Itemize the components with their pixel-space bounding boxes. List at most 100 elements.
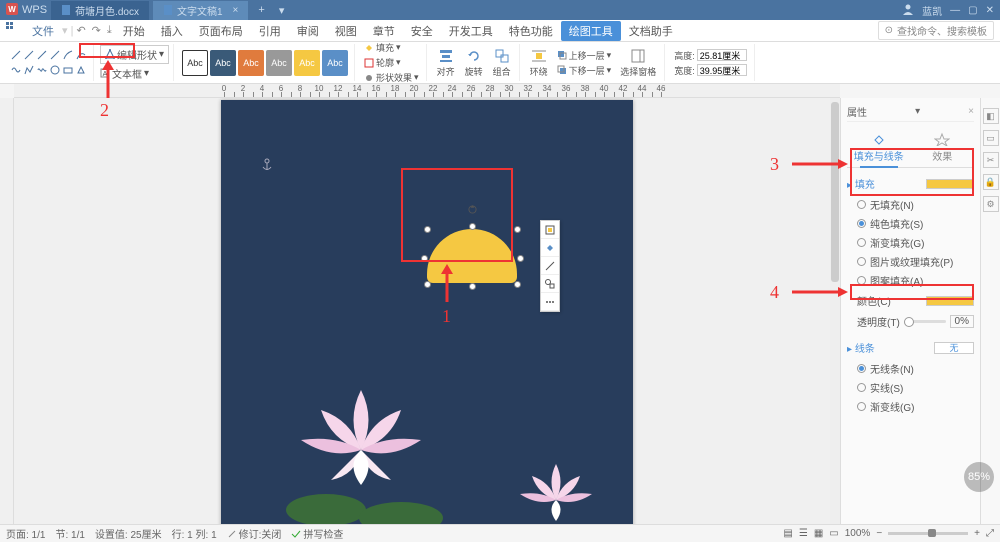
menu-section[interactable]: 章节 [365, 23, 403, 39]
search-box[interactable]: ⊙ 查找命令、搜索模板 [878, 21, 994, 40]
send-backward-button[interactable]: 下移一层▾ [554, 63, 615, 78]
menu-devtools[interactable]: 开发工具 [441, 23, 501, 39]
document-tab-1[interactable]: 荷塘月色.docx [51, 1, 149, 20]
style-swatch-4[interactable]: Abc [294, 50, 320, 76]
rotate-button[interactable]: 旋转 [461, 48, 487, 78]
zoom-in-icon[interactable]: + [974, 528, 980, 539]
view-read-icon[interactable]: ▭ [829, 528, 838, 539]
float-outline-icon[interactable] [541, 257, 559, 275]
fill-option-2[interactable]: 渐变填充(G) [847, 233, 974, 252]
style-gallery[interactable]: AbcAbcAbcAbcAbcAbc [180, 48, 350, 78]
resize-handle[interactable] [469, 283, 476, 290]
menu-view[interactable]: 视图 [327, 23, 365, 39]
zoom-value[interactable]: 100% [845, 528, 871, 539]
vertical-ruler[interactable] [0, 98, 14, 524]
menu-references[interactable]: 引用 [251, 23, 289, 39]
shape-effects-button[interactable]: 形状效果▾ [361, 70, 422, 85]
style-swatch-1[interactable]: Abc [210, 50, 236, 76]
menu-insert[interactable]: 插入 [153, 23, 191, 39]
selection-pane-button[interactable]: 选择窗格 [616, 48, 660, 78]
view-web-icon[interactable]: ▦ [814, 528, 823, 539]
line-style-swatch[interactable]: 无 [934, 342, 974, 354]
sidetab-style-icon[interactable]: ◧ [983, 108, 999, 124]
fill-color-swatch[interactable] [926, 179, 974, 189]
sidetab-select-icon[interactable]: ▭ [983, 130, 999, 146]
fill-option-0[interactable]: 无填充(N) [847, 195, 974, 214]
float-shape-icon[interactable] [541, 275, 559, 293]
user-name[interactable]: 蓝凯 [922, 3, 942, 18]
resize-handle[interactable] [514, 226, 521, 233]
line-section-header[interactable]: ▸ 线条 无 [847, 340, 974, 355]
view-page-icon[interactable]: ▤ [783, 528, 792, 539]
style-swatch-0[interactable]: Abc [182, 50, 208, 76]
status-revision[interactable]: 修订:关闭 [227, 526, 282, 541]
edit-shape-button[interactable]: 编辑形状▾ [100, 45, 169, 64]
file-menu[interactable]: 文件 [24, 23, 62, 39]
menu-features[interactable]: 特色功能 [501, 23, 561, 39]
style-swatch-3[interactable]: Abc [266, 50, 292, 76]
status-page[interactable]: 页面: 1/1 [6, 526, 45, 541]
style-swatch-2[interactable]: Abc [238, 50, 264, 76]
view-outline-icon[interactable]: ☰ [799, 528, 808, 539]
line-option-0[interactable]: 无线条(N) [847, 359, 974, 378]
resize-handle[interactable] [424, 226, 431, 233]
app-menu-icon[interactable] [6, 22, 20, 39]
status-spellcheck[interactable]: 拼写检查 [291, 526, 343, 541]
fullscreen-icon[interactable]: ⤢ [986, 528, 994, 539]
color-picker[interactable] [926, 296, 974, 306]
tab-overflow-button[interactable]: ▾ [275, 4, 289, 17]
document-canvas[interactable] [221, 100, 633, 524]
resize-handle[interactable] [517, 255, 524, 262]
transparency-slider[interactable] [904, 320, 946, 323]
resize-handle[interactable] [514, 281, 521, 288]
fill-option-1[interactable]: 纯色填充(S) [847, 214, 974, 233]
transparency-value[interactable]: 0% [950, 315, 974, 328]
canvas-area[interactable] [14, 98, 840, 524]
height-input[interactable] [697, 49, 747, 61]
props-close-icon[interactable]: × [968, 106, 974, 117]
sidetab-props-icon[interactable]: ⚙ [983, 196, 999, 212]
textbox-button[interactable]: A 文本框▾ [100, 66, 149, 81]
menu-pagelayout[interactable]: 页面布局 [191, 23, 251, 39]
sidetab-clip-icon[interactable]: ✂ [983, 152, 999, 168]
zoom-out-icon[interactable]: − [876, 528, 882, 539]
zoom-slider[interactable] [888, 532, 968, 535]
minimize-icon[interactable]: — [950, 5, 960, 16]
line-option-1[interactable]: 实线(S) [847, 378, 974, 397]
fill-option-4[interactable]: 图案填充(A) [847, 271, 974, 290]
status-section[interactable]: 节: 1/1 [55, 526, 84, 541]
horizontal-ruler[interactable]: 0246810121416182022242628303234363840424… [14, 84, 840, 98]
menu-review[interactable]: 审阅 [289, 23, 327, 39]
tab-close-icon[interactable]: × [233, 5, 239, 16]
vertical-scrollbar[interactable] [830, 98, 840, 524]
fill-option-3[interactable]: 图片或纹理填充(P) [847, 252, 974, 271]
selected-shape-sun[interactable] [416, 205, 528, 281]
menu-drawingtools[interactable]: 绘图工具 [561, 21, 621, 41]
status-position[interactable]: 设置值: 25厘米 [95, 526, 162, 541]
width-input[interactable] [697, 64, 747, 76]
rotate-handle[interactable] [468, 205, 477, 214]
group-button[interactable]: 组合 [489, 48, 515, 78]
close-icon[interactable]: ✕ [986, 5, 994, 16]
document-tab-2[interactable]: 文字文稿1 × [153, 1, 248, 20]
props-tab-effects[interactable]: 效果 [911, 128, 975, 167]
float-layout-icon[interactable] [541, 221, 559, 239]
qat-redo-icon[interactable]: ↷ [89, 24, 104, 37]
props-tab-fill[interactable]: 填充与线条 [847, 128, 911, 167]
bring-forward-button[interactable]: 上移一层▾ [554, 48, 615, 63]
resize-handle[interactable] [469, 223, 476, 230]
shapes-gallery[interactable] [8, 46, 89, 79]
line-option-2[interactable]: 渐变线(G) [847, 397, 974, 416]
new-tab-button[interactable]: + [252, 4, 270, 16]
fill-button[interactable]: 填充▾ [361, 40, 404, 55]
status-rowcol[interactable]: 行: 1 列: 1 [172, 526, 217, 541]
menu-dochelper[interactable]: 文档助手 [621, 23, 681, 39]
user-avatar-icon[interactable] [902, 3, 914, 18]
qat-undo-icon[interactable]: ↶ [73, 24, 88, 37]
float-fill-icon[interactable] [541, 239, 559, 257]
menu-security[interactable]: 安全 [403, 23, 441, 39]
sidetab-lock-icon[interactable]: 🔒 [983, 174, 999, 190]
qat-save-icon[interactable]: ⤓ [104, 24, 115, 37]
restore-icon[interactable]: ▢ [968, 5, 977, 16]
float-more-icon[interactable] [541, 293, 559, 311]
